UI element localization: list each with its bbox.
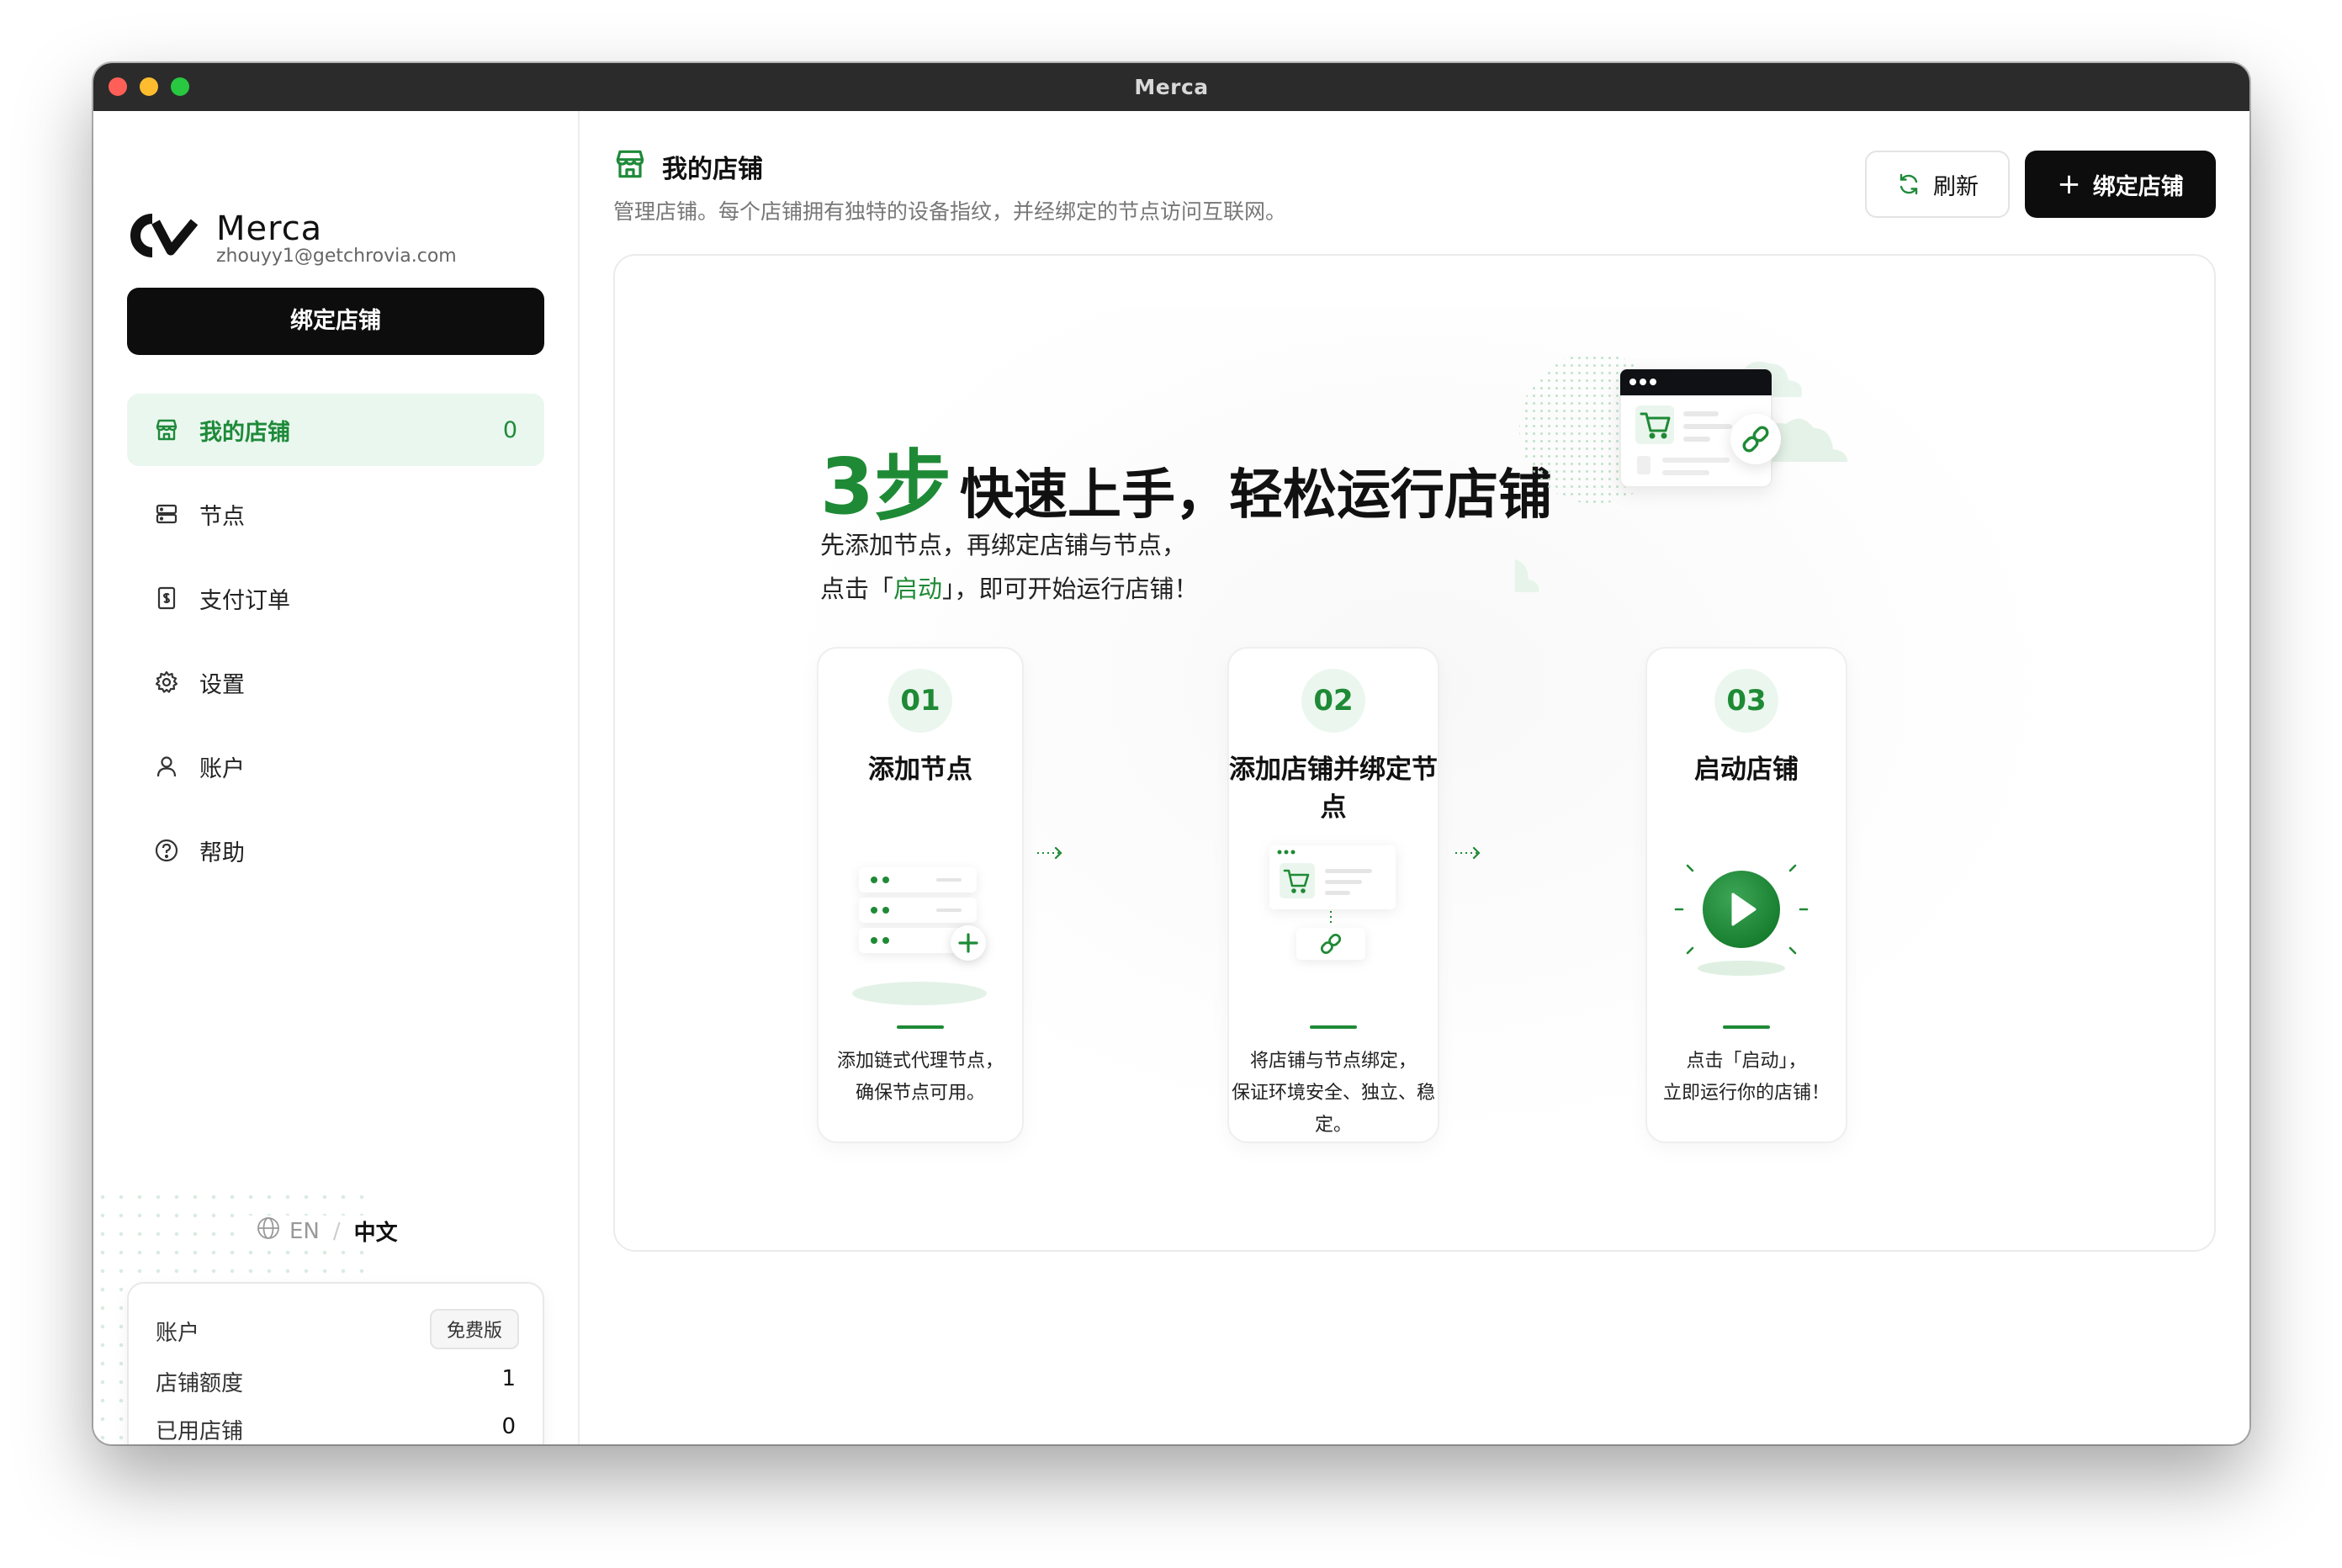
sidebar-item-label: 支付订单 [199,587,290,614]
hero-line2-prefix: 点击「 [820,575,894,603]
brand-name: Merca [216,209,323,248]
step-desc-line2: 立即运行你的店铺！ [1662,1083,1830,1104]
step-number-badge: 02 [1301,669,1365,733]
account-card: 账户 免费版 店铺额度 1 已用店铺 0 [127,1282,544,1444]
sidebar-nav: 我的店铺 0 节点 支付订单 设置 账户 帮助 [127,394,544,898]
refresh-icon [1900,173,1918,195]
main-content: 我的店铺 管理店铺。每个店铺拥有独特的设备指纹，并经绑定的节点访问互联网。 刷新… [580,111,2249,1444]
plus-icon: + [2057,167,2081,201]
help-icon [154,838,179,863]
hero-tagline-line2: 点击「启动」，即可开始运行店铺！ [820,567,1199,611]
server-icon [154,501,179,527]
sidebar-item-help[interactable]: 帮助 [127,814,544,887]
hero-tagline-line1: 先添加节点，再绑定店铺与节点， [820,531,1187,559]
language-switcher: EN / 中文 [249,1216,405,1247]
window-title: Merca [1134,75,1209,99]
browser-cart-illustration [1515,352,1847,592]
sidebar-item-payment-orders[interactable]: 支付订单 [127,562,544,634]
user-email: zhouyy1@getchrovia.com [216,246,457,267]
store-count: 0 [502,416,517,443]
store-icon [154,417,179,442]
step-underline [1723,1025,1770,1029]
step-title: 添加节点 [868,755,972,785]
sidebar-item-my-stores[interactable]: 我的店铺 0 [127,394,544,466]
sidebar-item-label: 我的店铺 [199,419,290,446]
step-underline [1310,1025,1357,1029]
step-card-1: 01 添加节点 添加链式代理节点， 确保节点可用。 [817,647,1024,1143]
hero-steps-number: 3步 [820,442,952,532]
step-card-3: 03 启动店铺 点击「启动」， 立即运行你的店铺！ [1645,647,1847,1143]
step-description: 将店铺与节点绑定， 保证环境安全、独立、稳定。 [1229,1046,1438,1142]
used-row: 已用店铺 0 [156,1414,516,1444]
hero-line2-highlight: 启动 [893,575,943,603]
store-bind-illustration [1269,845,1396,960]
step-title: 启动店铺 [1694,755,1799,785]
page-subtitle: 管理店铺。每个店铺拥有独特的设备指纹，并经绑定的节点访问互联网。 [613,199,1287,224]
sidebar-item-settings[interactable]: 设置 [127,646,544,718]
used-label: 已用店铺 [156,1419,244,1444]
step-desc-line1: 点击「启动」， [1686,1051,1807,1072]
lang-option-en[interactable]: EN [289,1219,320,1244]
sidebar-item-label: 节点 [199,503,245,530]
hero-headline-text: 快速上手，轻松运行店铺 [960,464,1553,527]
merca-logo-icon [130,214,198,257]
step-desc-line2: 确保节点可用。 [855,1083,985,1104]
plan-badge: 免费版 [429,1309,519,1349]
gear-icon [154,670,179,695]
app-window: Merca Merca zhouyy1@getchrovia.com 绑定店铺 … [93,63,2249,1444]
lang-separator: / [332,1218,341,1244]
sidebar-item-label: 账户 [199,755,245,782]
bind-store-label: 绑定店铺 [2092,173,2184,200]
used-value: 0 [501,1414,516,1439]
step-desc-line1: 将店铺与节点绑定， [1249,1051,1417,1072]
refresh-label: 刷新 [1933,173,1979,200]
sidebar-item-label: 帮助 [199,840,245,866]
getting-started-panel: 3步 快速上手，轻松运行店铺 先添加节点，再绑定店铺与节点， 点击「启动」，即可开… [613,254,2216,1252]
step-description: 点击「启动」， 立即运行你的店铺！ [1647,1046,1846,1110]
step-underline [897,1025,944,1029]
play-icon [1703,871,1780,948]
sidebar-item-nodes[interactable]: 节点 [127,478,544,550]
step-number-badge: 03 [1714,669,1778,733]
play-illustration [1674,864,1809,976]
step-desc-line2: 保证环境安全、独立、稳定。 [1231,1083,1435,1136]
sidebar: Merca zhouyy1@getchrovia.com 绑定店铺 我的店铺 0… [93,111,580,1444]
title-bar: Merca [93,63,2249,111]
bind-store-button[interactable]: + 绑定店铺 [2025,151,2216,218]
user-icon [154,754,179,779]
quota-label: 店铺额度 [156,1371,244,1396]
quota-value: 1 [501,1366,516,1391]
step-card-2: 02 添加店铺并绑定节点 将店铺与节点绑定， 保证环境安全、独立、稳定。 [1227,647,1439,1143]
store-icon [616,150,644,178]
hero-headline: 3步 快速上手，轻松运行店铺 [820,424,1552,536]
nodes-illustration [852,867,987,1005]
sidebar-item-label: 设置 [199,671,245,698]
quota-row: 店铺额度 1 [156,1366,516,1397]
refresh-button[interactable]: 刷新 [1865,151,2010,218]
arrow-right-icon [1037,846,1062,860]
globe-icon [256,1216,281,1247]
arrow-right-icon [1455,846,1481,860]
lang-option-zh[interactable]: 中文 [354,1216,398,1247]
step-description: 添加链式代理节点， 确保节点可用。 [819,1046,1022,1110]
hero-tagline: 先添加节点，再绑定店铺与节点， 点击「启动」，即可开始运行店铺！ [820,523,1199,611]
page-title: 我的店铺 [662,155,763,184]
step-number-badge: 01 [888,669,952,733]
step-desc-line1: 添加链式代理节点， [836,1051,1004,1072]
receipt-icon [154,585,179,611]
sidebar-item-account[interactable]: 账户 [127,730,544,803]
sidebar-bind-store-button[interactable]: 绑定店铺 [127,288,544,355]
hero-line2-suffix: 」，即可开始运行店铺！ [942,575,1199,603]
